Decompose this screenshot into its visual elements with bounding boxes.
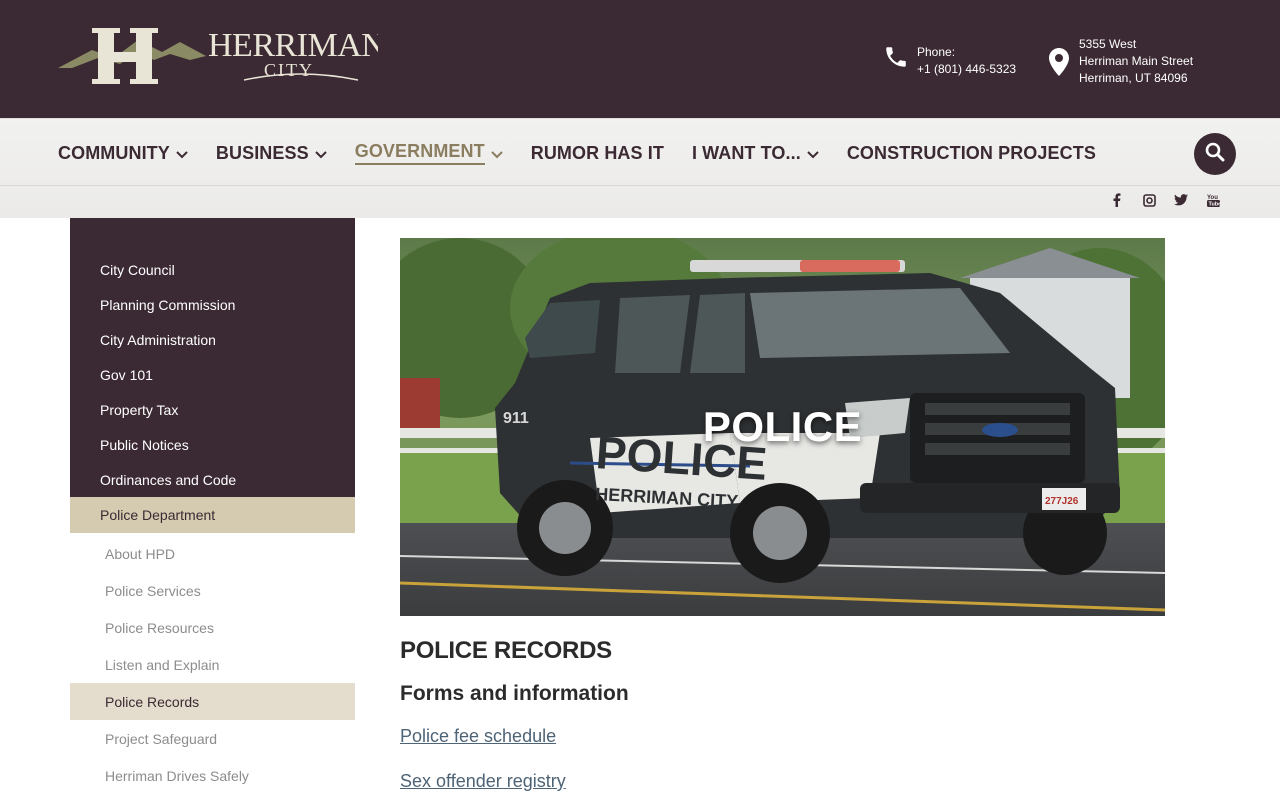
- nav-item-label: BUSINESS: [215, 142, 309, 163]
- sidebar-subitem-police-services[interactable]: Police Services: [70, 572, 355, 609]
- nav-item-i-want-to[interactable]: I WANT TO...: [692, 141, 819, 165]
- nav-divider: [0, 185, 1280, 186]
- sidebar-subitem-about-hpd[interactable]: About HPD: [70, 535, 355, 572]
- sidebar-subitem-listen-and-explain[interactable]: Listen and Explain: [70, 646, 355, 683]
- sidebar-item-public-notices[interactable]: Public Notices: [70, 427, 355, 462]
- contact-address[interactable]: 5355 West Herriman Main Street Herriman,…: [1049, 36, 1193, 87]
- nav-item-rumor-has-it[interactable]: RUMOR HAS IT: [531, 141, 664, 165]
- nav-item-label: RUMOR HAS IT: [530, 142, 664, 163]
- sidebar-subitem-herriman-drives-safely[interactable]: Herriman Drives Safely: [70, 757, 355, 794]
- sidebar-item-city-administration[interactable]: City Administration: [70, 322, 355, 357]
- nav-item-label: COMMUNITY: [58, 142, 170, 163]
- nav-item-label: GOVERNMENT: [354, 141, 485, 165]
- sidebar-item-gov-101[interactable]: Gov 101: [70, 357, 355, 392]
- phone-number[interactable]: +1 (801) 446-5323: [917, 61, 1016, 78]
- sidebar-subitem-project-safeguard[interactable]: Project Safeguard: [70, 720, 355, 757]
- sidebar-item-planning-commission[interactable]: Planning Commission: [70, 287, 355, 322]
- nav-item-construction-projects[interactable]: CONSTRUCTION PROJECTS: [847, 141, 1096, 165]
- section-subtitle: Forms and information: [400, 682, 629, 705]
- search-button[interactable]: [1194, 133, 1236, 175]
- address-line-2: Herriman Main Street: [1079, 54, 1194, 68]
- chevron-down-icon: [807, 143, 819, 164]
- logo-subtext: CITY: [264, 60, 314, 80]
- address-line-1: 5355 West: [1079, 37, 1137, 51]
- sidebar-item-city-council[interactable]: City Council: [70, 252, 355, 287]
- hero-banner: 277J26 POLICE HERRIMAN CITY 911 POLICE: [400, 238, 1165, 616]
- sidebar-item-police-department[interactable]: Police Department: [70, 497, 355, 533]
- youtube-icon[interactable]: You Tube: [1197, 192, 1229, 208]
- site-header: HERRIMAN CITY Phone: +1 (801) 446-5323 5…: [0, 0, 1280, 118]
- sidebar-item-property-tax[interactable]: Property Tax: [70, 392, 355, 427]
- herriman-city-logo[interactable]: HERRIMAN CITY: [58, 22, 386, 88]
- sidebar-subitem-police-resources[interactable]: Police Resources: [70, 609, 355, 646]
- nav-item-label: I WANT TO...: [691, 142, 801, 163]
- police-fee-schedule-link[interactable]: Police fee schedule: [400, 726, 556, 747]
- chevron-down-icon: [315, 143, 327, 164]
- twitter-icon[interactable]: [1165, 192, 1197, 208]
- social-links: You Tube: [1101, 192, 1229, 208]
- sex-offender-registry-link[interactable]: Sex offender registry: [400, 771, 566, 792]
- nav-item-label: CONSTRUCTION PROJECTS: [846, 142, 1096, 163]
- sidebar: City Council Planning Commission City Ad…: [70, 218, 355, 800]
- logo-wordmark: HERRIMAN: [208, 27, 378, 64]
- nav-item-community[interactable]: COMMUNITY: [58, 141, 188, 165]
- hero-title: POLICE: [702, 403, 863, 450]
- contact-phone[interactable]: Phone: +1 (801) 446-5323: [883, 44, 1016, 78]
- facebook-icon[interactable]: [1101, 192, 1133, 208]
- sidebar-primary: City Council Planning Commission City Ad…: [70, 218, 355, 497]
- nav-item-business[interactable]: BUSINESS: [216, 141, 327, 165]
- search-icon: [1205, 142, 1225, 167]
- page-title: POLICE RECORDS: [400, 637, 612, 664]
- phone-icon: [883, 44, 909, 75]
- main-navigation: COMMUNITY BUSINESS GOVERNMENT RUMOR HAS IT I…: [0, 118, 1280, 218]
- map-pin-icon: [1049, 48, 1069, 81]
- sidebar-item-ordinances-and-code[interactable]: Ordinances and Code: [70, 462, 355, 497]
- address-line-3: Herriman, UT 84096: [1079, 71, 1188, 85]
- chevron-down-icon: [491, 143, 503, 164]
- instagram-icon[interactable]: [1133, 192, 1165, 208]
- sidebar-subitem-police-records[interactable]: Police Records: [70, 683, 355, 720]
- nav-item-government[interactable]: GOVERNMENT: [354, 141, 503, 165]
- chevron-down-icon: [176, 143, 188, 164]
- svg-text:Tube: Tube: [1208, 202, 1220, 208]
- nav-menu: COMMUNITY BUSINESS GOVERNMENT RUMOR HAS IT I…: [58, 141, 1124, 165]
- phone-label: Phone:: [917, 45, 956, 59]
